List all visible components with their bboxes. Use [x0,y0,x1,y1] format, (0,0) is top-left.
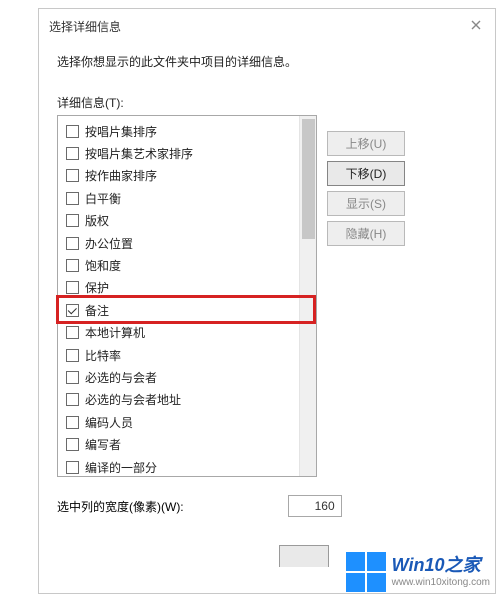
details-label: 详细信息(T): [57,94,489,111]
scrollbar[interactable] [299,116,316,476]
list-item[interactable]: 版权 [60,210,297,232]
list-item-label: 保护 [85,279,109,296]
move-down-button[interactable]: 下移(D) [327,161,405,186]
list-item-label: 按唱片集艺术家排序 [85,145,193,162]
close-icon [471,20,481,30]
dialog-title: 选择详细信息 [49,18,121,35]
details-listbox[interactable]: 按唱片集排序按唱片集艺术家排序按作曲家排序白平衡版权办公位置饱和度保护备注本地计… [57,115,317,477]
width-label: 选中列的宽度(像素)(W): [57,498,184,515]
list-item[interactable]: 必选的与会者 [60,366,297,388]
checkbox[interactable] [66,192,79,205]
hide-button[interactable]: 隐藏(H) [327,221,405,246]
titlebar: 选择详细信息 [39,9,495,43]
show-button[interactable]: 显示(S) [327,191,405,216]
checkbox[interactable] [66,125,79,138]
checkbox[interactable] [66,304,79,317]
list-item[interactable]: 比特率 [60,344,297,366]
checkbox[interactable] [66,259,79,272]
list-item[interactable]: 办公位置 [60,232,297,254]
checkbox[interactable] [66,326,79,339]
watermark-title: Win10之家 [392,555,490,577]
list-item-label: 编译的一部分 [85,459,157,476]
list-item-label: 必选的与会者地址 [85,391,181,408]
list-item-label: 本地计算机 [85,324,145,341]
list-item[interactable]: 备注 [60,299,297,321]
list-item[interactable]: 保护 [60,277,297,299]
checkbox[interactable] [66,281,79,294]
checkbox[interactable] [66,237,79,250]
watermark-url: www.win10xitong.com [392,577,490,589]
ok-button-partial[interactable] [279,545,329,567]
checkbox[interactable] [66,169,79,182]
checkbox[interactable] [66,371,79,384]
list-item-label: 必选的与会者 [85,369,157,386]
list-item-label: 编码人员 [85,414,133,431]
list-item[interactable]: 必选的与会者地址 [60,389,297,411]
checkbox[interactable] [66,214,79,227]
list-item[interactable]: 饱和度 [60,254,297,276]
checkbox[interactable] [66,349,79,362]
list-item[interactable]: 编码人员 [60,411,297,433]
list-item-label: 白平衡 [85,190,121,207]
list-item-label: 版权 [85,212,109,229]
list-item-label: 比特率 [85,347,121,364]
width-input[interactable] [288,495,342,517]
list-item-label: 饱和度 [85,257,121,274]
list-item[interactable]: 按唱片集排序 [60,120,297,142]
watermark: Win10之家 www.win10xitong.com [346,552,490,592]
windows-logo-icon [346,552,386,592]
list-item-label: 按作曲家排序 [85,167,157,184]
list-item-label: 编写者 [85,436,121,453]
list-item[interactable]: 按唱片集艺术家排序 [60,142,297,164]
list-item[interactable]: 按作曲家排序 [60,165,297,187]
list-item[interactable]: 编写者 [60,433,297,455]
move-up-button[interactable]: 上移(U) [327,131,405,156]
list-item-label: 按唱片集排序 [85,123,157,140]
checkbox[interactable] [66,461,79,474]
list-item[interactable]: 本地计算机 [60,322,297,344]
instruction-text: 选择你想显示的此文件夹中项目的详细信息。 [57,53,489,70]
dialog-frame: 选择详细信息 选择你想显示的此文件夹中项目的详细信息。 详细信息(T): 按唱片… [38,8,496,594]
scrollbar-thumb[interactable] [302,119,315,239]
checkbox[interactable] [66,438,79,451]
checkbox[interactable] [66,147,79,160]
list-item-label: 办公位置 [85,235,133,252]
checkbox[interactable] [66,393,79,406]
list-item[interactable]: 编译的一部分 [60,456,297,476]
list-item-label: 备注 [85,302,109,319]
list-item[interactable]: 白平衡 [60,187,297,209]
checkbox[interactable] [66,416,79,429]
close-button[interactable] [463,15,489,35]
